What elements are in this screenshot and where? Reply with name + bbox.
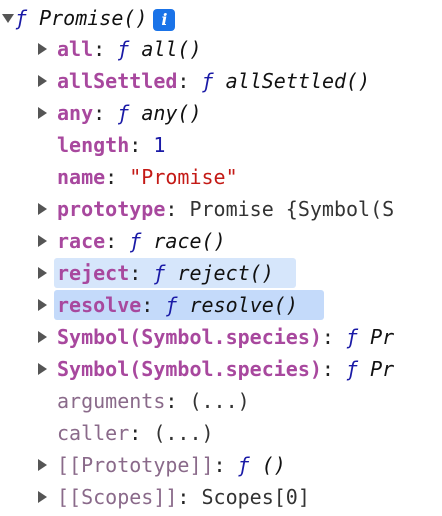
expand-arrow-right-icon[interactable] (34, 97, 50, 129)
key-colon: : (129, 421, 142, 445)
key-colon: : (213, 453, 226, 477)
property-key: arguments (57, 389, 166, 413)
getter-invoke-value[interactable]: (...) (189, 389, 249, 413)
tree-item-name[interactable]: name: "Promise" (0, 161, 442, 193)
function-symbol: ƒ (117, 101, 130, 125)
key-colon: : (105, 165, 118, 189)
property-key: caller (57, 421, 130, 445)
property-key: name (57, 165, 106, 189)
expand-arrow-right-icon[interactable] (34, 289, 50, 321)
property-value: Pr (370, 325, 395, 349)
tree-item-resolve[interactable]: resolve: ƒ resolve() (0, 289, 442, 321)
property-value: any() (141, 101, 202, 125)
property-value: all() (141, 37, 202, 61)
property-key: all (57, 37, 94, 61)
expand-arrow-down-icon[interactable] (0, 2, 16, 34)
function-symbol: ƒ (129, 229, 142, 253)
expand-arrow-right-icon[interactable] (34, 481, 50, 513)
expand-arrow-right-icon[interactable] (34, 321, 50, 353)
key-colon: : (321, 357, 334, 381)
tree-item-reject[interactable]: reject: ƒ reject() (0, 257, 442, 289)
expand-arrow-right-icon[interactable] (34, 449, 50, 481)
function-symbol: ƒ (346, 325, 359, 349)
key-colon: : (177, 485, 190, 509)
expand-arrow-right-icon[interactable] (34, 193, 50, 225)
property-value: Scopes[0] (201, 485, 310, 509)
key-colon: : (129, 133, 142, 157)
property-value: reject() (177, 261, 274, 285)
function-symbol: ƒ (201, 69, 214, 93)
tree-item-race[interactable]: race: ƒ race() (0, 225, 442, 257)
key-colon: : (105, 229, 118, 253)
key-colon: : (321, 325, 334, 349)
getter-invoke-value[interactable]: (...) (153, 421, 213, 445)
function-symbol: ƒ (346, 357, 359, 381)
root-function-name: Promise() (39, 6, 148, 30)
expand-arrow-right-icon[interactable] (34, 257, 50, 289)
property-value: allSettled() (225, 69, 371, 93)
string-value: "Promise" (129, 165, 238, 189)
function-symbol: ƒ (165, 293, 178, 317)
property-key: reject (57, 261, 130, 285)
property-key: allSettled (57, 69, 178, 93)
tree-item-arguments[interactable]: arguments: (...) (0, 385, 442, 417)
expand-arrow-right-icon[interactable] (34, 33, 50, 65)
expand-arrow-right-icon[interactable] (34, 65, 50, 97)
tree-item-symbol-species[interactable]: Symbol(Symbol.species): ƒ Pr (0, 353, 442, 385)
key-colon: : (177, 69, 190, 93)
function-symbol: ƒ (15, 6, 28, 30)
tree-root-promise[interactable]: ƒ Promise() i (0, 2, 442, 34)
expand-arrow-right-icon[interactable] (34, 353, 50, 385)
tree-item-all[interactable]: all: ƒ all() (0, 33, 442, 65)
object-inspector-tree: ƒ Promise() i all: ƒ all() allSettled: ƒ … (0, 0, 442, 516)
key-colon: : (129, 261, 142, 285)
property-key: [[Scopes]] (57, 485, 178, 509)
property-value: race() (153, 229, 226, 253)
property-value: Pr (370, 357, 395, 381)
object-preview-value: Promise {Symbol(S (189, 197, 395, 221)
property-key: Symbol(Symbol.species) (57, 357, 322, 381)
key-colon: : (165, 197, 178, 221)
tree-item-allsettled[interactable]: allSettled: ƒ allSettled() (0, 65, 442, 97)
property-key: any (57, 101, 94, 125)
property-value: () (261, 453, 286, 477)
property-key: prototype (57, 197, 166, 221)
property-key: race (57, 229, 106, 253)
function-symbol: ƒ (117, 37, 130, 61)
tree-item-length[interactable]: length: 1 (0, 129, 442, 161)
function-symbol: ƒ (237, 453, 250, 477)
property-key: Symbol(Symbol.species) (57, 325, 322, 349)
property-value: resolve() (189, 293, 298, 317)
property-key: [[Prototype]] (57, 453, 214, 477)
expand-arrow-right-icon[interactable] (34, 225, 50, 257)
tree-item-prototype[interactable]: prototype: Promise {Symbol(S (0, 193, 442, 225)
tree-item-caller[interactable]: caller: (...) (0, 417, 442, 449)
key-colon: : (141, 293, 154, 317)
function-symbol: ƒ (153, 261, 166, 285)
tree-item-internal-scopes[interactable]: [[Scopes]]: Scopes[0] (0, 481, 442, 513)
tree-item-internal-prototype[interactable]: [[Prototype]]: ƒ () (0, 449, 442, 481)
tree-item-symbol-species[interactable]: Symbol(Symbol.species): ƒ Pr (0, 321, 442, 353)
info-icon[interactable]: i (153, 8, 176, 31)
key-colon: : (165, 389, 178, 413)
tree-item-any[interactable]: any: ƒ any() (0, 97, 442, 129)
key-colon: : (93, 101, 106, 125)
number-value: 1 (153, 133, 166, 157)
property-key: resolve (57, 293, 142, 317)
property-key: length (57, 133, 130, 157)
key-colon: : (93, 37, 106, 61)
